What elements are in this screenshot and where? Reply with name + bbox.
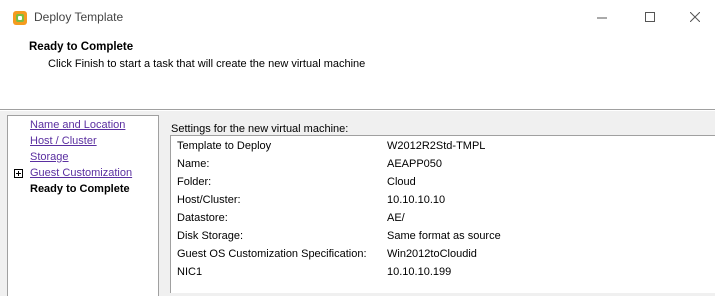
page-title: Ready to Complete bbox=[29, 41, 134, 53]
wizard-steps-panel: Name and Location Host / Cluster Storage… bbox=[7, 115, 159, 296]
step-storage[interactable]: Storage bbox=[30, 151, 69, 163]
step-guest-customization[interactable]: Guest Customization bbox=[30, 167, 132, 179]
row-value: AE/ bbox=[387, 212, 405, 224]
close-button[interactable] bbox=[681, 6, 709, 30]
table-row: Datastore: AE/ bbox=[171, 210, 715, 228]
plus-box-icon[interactable] bbox=[14, 169, 23, 178]
row-key: Disk Storage: bbox=[177, 230, 244, 242]
table-row: Folder: Cloud bbox=[171, 174, 715, 192]
row-key: Folder: bbox=[177, 176, 212, 188]
wizard-header: Ready to Complete Click Finish to start … bbox=[0, 36, 715, 110]
close-icon bbox=[689, 11, 701, 23]
maximize-icon bbox=[645, 12, 655, 22]
row-key: Name: bbox=[177, 158, 210, 170]
row-key: Template to Deploy bbox=[177, 140, 272, 152]
window-title: Deploy Template bbox=[34, 10, 124, 24]
vsphere-logo-icon bbox=[12, 10, 28, 26]
row-value: Same format as source bbox=[387, 230, 501, 242]
row-key: NIC1 bbox=[177, 266, 203, 278]
table-row: NIC1 10.10.10.199 bbox=[171, 264, 715, 282]
table-row: Guest OS Customization Specification: Wi… bbox=[171, 246, 715, 264]
table-row: Template to Deploy W2012R2Std-TMPL bbox=[171, 138, 715, 156]
header-divider-highlight bbox=[0, 110, 715, 111]
row-value: Win2012toCloudid bbox=[387, 248, 477, 260]
row-value: 10.10.10.199 bbox=[387, 266, 452, 278]
row-value: AEAPP050 bbox=[387, 158, 443, 170]
row-key: Guest OS Customization Specification: bbox=[177, 248, 367, 260]
minimize-button[interactable] bbox=[588, 6, 616, 30]
settings-label: Settings for the new virtual machine: bbox=[171, 123, 349, 135]
row-value: W2012R2Std-TMPL bbox=[387, 140, 486, 152]
row-value: Cloud bbox=[387, 176, 416, 188]
title-bar: Deploy Template bbox=[0, 0, 715, 36]
row-key: Host/Cluster: bbox=[177, 194, 241, 206]
row-key: Datastore: bbox=[177, 212, 228, 224]
step-ready-to-complete: Ready to Complete bbox=[30, 183, 130, 195]
table-row: Disk Storage: Same format as source bbox=[171, 228, 715, 246]
minimize-icon bbox=[597, 17, 607, 19]
page-subtitle: Click Finish to start a task that will c… bbox=[48, 58, 366, 70]
settings-table: Template to Deploy W2012R2Std-TMPL Name:… bbox=[170, 135, 715, 293]
maximize-button[interactable] bbox=[636, 6, 664, 30]
table-row: Name: AEAPP050 bbox=[171, 156, 715, 174]
table-row: Host/Cluster: 10.10.10.10 bbox=[171, 192, 715, 210]
step-host-cluster[interactable]: Host / Cluster bbox=[30, 135, 97, 147]
step-name-and-location[interactable]: Name and Location bbox=[30, 119, 125, 131]
row-value: 10.10.10.10 bbox=[387, 194, 446, 206]
